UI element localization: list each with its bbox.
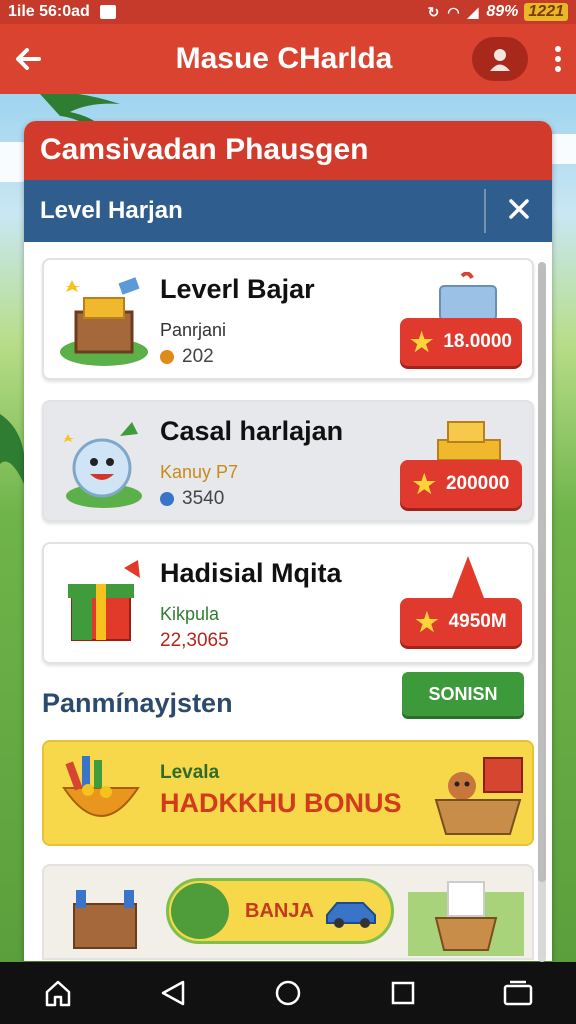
item-subtitle: Panrjani <box>160 320 227 340</box>
treasure-crate-icon <box>60 277 148 366</box>
nav-tabs-button[interactable] <box>488 967 548 1019</box>
item-subtitle: Kikpula <box>160 604 220 624</box>
tabs-icon <box>504 980 533 1006</box>
system-nav-bar <box>0 962 576 1024</box>
arrow-left-icon <box>16 48 41 70</box>
promo-card[interactable]: BANJA <box>42 864 534 960</box>
signal-icon: ◢ <box>467 3 479 20</box>
profile-button[interactable] <box>472 37 528 81</box>
buy-price: 4950M <box>448 611 507 632</box>
mascot-avatar <box>171 883 229 939</box>
sync-icon: ↻ <box>427 3 440 20</box>
gift-box-icon <box>68 560 140 641</box>
coin-icon <box>160 350 174 364</box>
scrollbar-thumb[interactable] <box>538 262 546 882</box>
item-name: Hadisial Mqita <box>160 558 342 588</box>
clock-badge: 1221 <box>524 3 568 21</box>
item-value-text: 3540 <box>182 488 225 509</box>
item-subtitle: Kanuy P7 <box>160 462 239 482</box>
subheader-label: Level Harjan <box>40 197 183 224</box>
square-recents-icon <box>391 981 415 1005</box>
home-icon <box>45 980 70 1007</box>
wifi-icon: ◠ <box>447 3 460 20</box>
person-icon <box>490 49 510 71</box>
nav-overview-button[interactable] <box>258 967 318 1019</box>
item-value: 3540 <box>160 488 224 510</box>
app-bar: Masue CHarlda <box>0 24 576 94</box>
back-button[interactable] <box>0 24 56 94</box>
buy-price: 18.0000 <box>443 331 512 352</box>
item-value-text: 22,3065 <box>160 630 229 651</box>
gift-box-decoration <box>439 272 497 321</box>
star-icon: ★ <box>412 468 436 499</box>
item-value-text: 202 <box>182 346 214 367</box>
panel-title: Camsivadan Phausgen <box>24 121 552 180</box>
item-name: Leverl Bajar <box>160 274 315 304</box>
section-button[interactable]: SONISN <box>402 672 524 716</box>
shop-item-card[interactable]: Casal harlajan Kanuy P7 3540 ★ 200000 <box>42 400 534 522</box>
bonus-title: HADKKHU BONUS <box>160 788 402 818</box>
buy-price: 200000 <box>445 473 510 494</box>
buy-button[interactable]: ★ 200000 <box>400 460 522 508</box>
section-title: Panmínayjsten <box>42 688 233 718</box>
item-value: 202 <box>160 346 214 368</box>
gift-basket-icon <box>408 881 524 956</box>
more-vert-icon <box>555 46 561 72</box>
notification-icon <box>99 5 116 19</box>
blob-mascot-icon <box>64 422 142 508</box>
shop-item-card[interactable]: Leverl Bajar Panrjani 202 ★ 18.0000 <box>42 258 534 380</box>
nav-home-button[interactable] <box>28 967 88 1019</box>
basket-mascot-icon <box>434 757 523 835</box>
app-title: Masue CHarlda <box>175 42 393 75</box>
star-icon: ★ <box>410 326 434 357</box>
close-button[interactable] <box>486 194 552 228</box>
buy-button[interactable]: ★ 4950M <box>400 598 522 646</box>
circle-home-icon <box>275 980 301 1006</box>
bonus-banner[interactable]: Levala HADKKHU BONUS <box>42 740 534 846</box>
crate-icon <box>73 890 137 949</box>
promo-pill[interactable]: BANJA <box>166 878 394 944</box>
battery-level: 89% <box>486 3 519 20</box>
fruit-bowl-icon <box>62 756 140 817</box>
car-icon <box>326 902 376 928</box>
nav-back-button[interactable] <box>143 967 203 1019</box>
panel-subheader: Level Harjan <box>24 180 552 242</box>
item-value: 22,3065 <box>160 630 229 652</box>
gold-bars-decoration <box>437 421 501 461</box>
back-triangle-icon <box>161 980 185 1006</box>
buy-button[interactable]: ★ 18.0000 <box>400 318 522 366</box>
star-icon: ★ <box>415 606 439 637</box>
item-name: Casal harlajan <box>160 416 344 446</box>
scrollbar[interactable] <box>538 262 546 962</box>
close-icon <box>509 199 529 219</box>
shop-item-card[interactable]: Hadisial Mqita Kikpula 22,3065 ★ 4950M <box>42 542 534 664</box>
bonus-subtitle: Levala <box>160 762 220 783</box>
coin-icon <box>160 492 174 506</box>
promo-label: BANJA <box>245 899 314 922</box>
red-cone-decoration <box>452 556 484 598</box>
status-bar: 1ile 56:0ad ↻ ◠ ◢ 89% 1221 <box>0 0 576 24</box>
status-time: 1ile 56:0ad <box>8 3 90 20</box>
more-menu-button[interactable] <box>540 24 576 94</box>
nav-recents-button[interactable] <box>373 967 433 1019</box>
